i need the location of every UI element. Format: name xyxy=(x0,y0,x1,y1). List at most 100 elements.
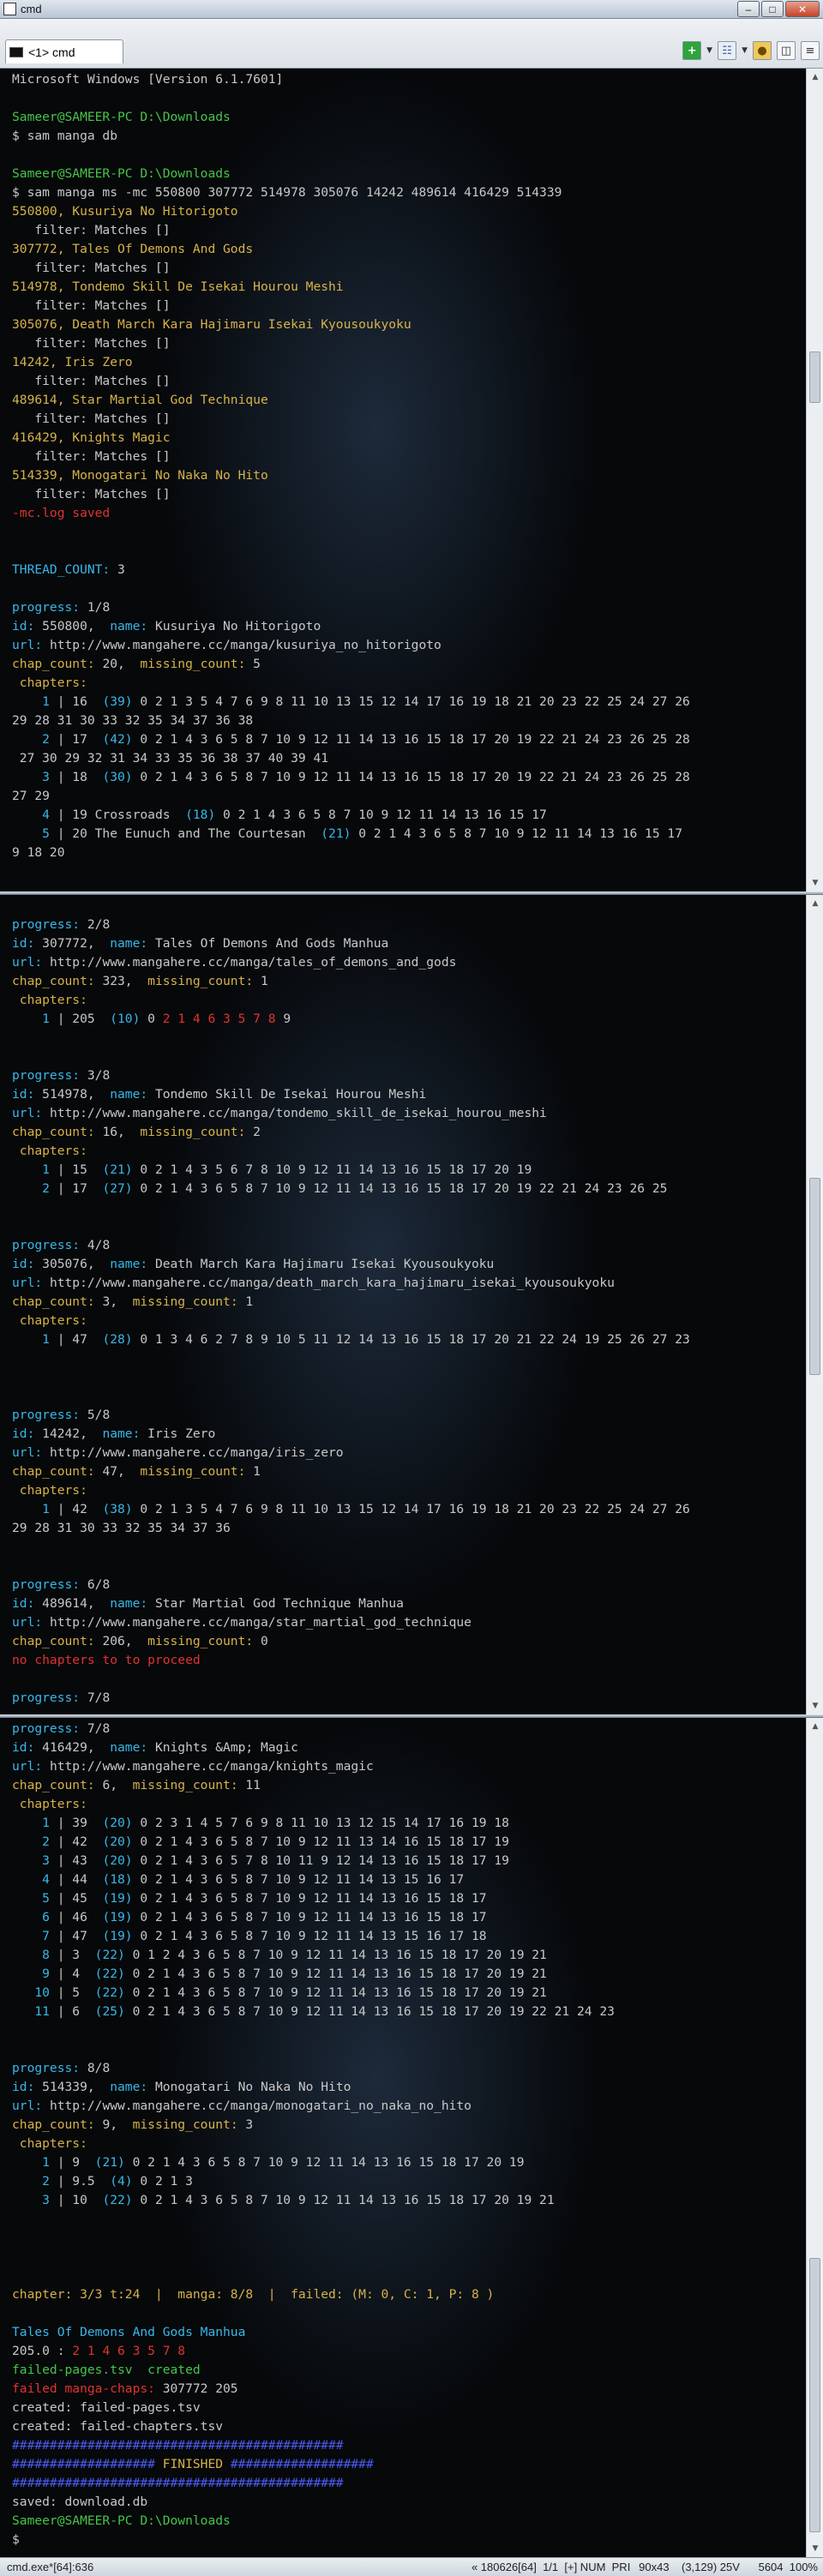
console-line: url: http://www.mangahere.cc/manga/monog… xyxy=(12,2097,806,2116)
console-text: | 43 xyxy=(57,1853,103,1868)
console-line: 1 | 16 (39) 0 2 1 3 5 4 7 6 9 8 11 10 13… xyxy=(12,693,806,712)
console-line: filter: Matches [] xyxy=(12,447,806,466)
console-text: 0 2 1 4 3 6 5 8 7 10 9 12 11 14 13 16 15… xyxy=(358,826,682,841)
new-console-button[interactable]: + xyxy=(682,41,702,60)
console-text: id: xyxy=(12,1426,43,1441)
grid-view-dropdown-icon[interactable]: ▼ xyxy=(742,46,748,55)
console-line: 1 | 9 (21) 0 2 1 4 3 6 5 8 7 10 9 12 11 … xyxy=(12,2153,806,2172)
console-line: chapters: xyxy=(12,1142,806,1161)
scroll-thumb[interactable] xyxy=(809,2258,820,2532)
console-text: 1 xyxy=(12,1502,57,1516)
console-text: 1 xyxy=(12,1162,57,1177)
console-text: | 19 Crossroads xyxy=(57,808,186,822)
console-text: filter: Matches [] xyxy=(12,487,171,501)
console-text: 5 xyxy=(253,657,261,671)
console-text: 0 2 1 4 3 6 5 8 7 10 9 12 11 14 13 16 15… xyxy=(132,2155,525,2170)
console-text: missing_count: xyxy=(140,657,254,671)
grid-view-button[interactable]: ☷ xyxy=(718,41,737,60)
scroll-down-icon[interactable]: ▼ xyxy=(807,1699,823,1713)
console-text: 9 xyxy=(283,1012,291,1026)
console-text: 0 2 1 4 3 6 5 8 7 10 9 12 11 14 13 16 15… xyxy=(140,732,690,747)
console-text: 3, xyxy=(102,1294,133,1309)
console-line: chap_count: 9, missing_count: 3 xyxy=(12,2116,806,2135)
close-button[interactable]: ✕ xyxy=(785,1,820,17)
console-text: chap_count: xyxy=(12,974,103,988)
scrollbar-pane-3[interactable]: ▲ ▼ xyxy=(806,1718,823,2557)
console-text: progress: xyxy=(12,1690,87,1705)
maximize-button[interactable]: □ xyxy=(761,1,784,17)
console-text: FINISHED xyxy=(162,2457,231,2471)
console-text: name: xyxy=(110,619,155,633)
console-pane-1[interactable]: Microsoft Windows [Version 6.1.7601] Same… xyxy=(0,69,806,892)
console-text: progress: xyxy=(12,1577,87,1592)
console-text: http://www.mangahere.cc/manga/monogatari… xyxy=(49,2099,472,2113)
scrollbar-pane-2[interactable]: ▲ ▼ xyxy=(806,895,823,1714)
console-text: 0 2 1 4 3 6 5 8 7 10 9 12 11 14 13 15 16… xyxy=(140,1872,465,1887)
console-text: 5 xyxy=(12,826,57,841)
console-line: progress: 8/8 xyxy=(12,2059,806,2078)
console-text: 27 30 29 32 31 34 33 35 36 38 37 40 39 4… xyxy=(12,751,329,766)
console-text: Tales Of Demons And Gods Manhua xyxy=(154,936,389,951)
scroll-up-icon[interactable]: ▲ xyxy=(807,1720,823,1733)
console-text: 305076, xyxy=(42,1257,111,1271)
console-text: 1 xyxy=(12,1816,57,1830)
console-text: url: xyxy=(12,1615,50,1630)
scroll-up-icon[interactable]: ▲ xyxy=(807,70,823,84)
scroll-thumb[interactable] xyxy=(809,351,820,403)
console-text: 514978, Tondemo Skill De Isekai Hourou M… xyxy=(12,279,344,294)
console-line: 2 | 17 (42) 0 2 1 4 3 6 5 8 7 10 9 12 11… xyxy=(12,730,806,749)
console-line: progress: 5/8 xyxy=(12,1406,806,1425)
console-text: chap_count: xyxy=(12,1634,103,1648)
console-text: (22) xyxy=(102,2193,141,2207)
console-text: (39) xyxy=(102,694,141,709)
console-line: chap_count: 323, missing_count: 1 xyxy=(12,972,806,991)
console-line: id: 514339, name: Monogatari No Naka No … xyxy=(12,2078,806,2097)
scroll-thumb[interactable] xyxy=(809,1178,820,1375)
minimize-button[interactable]: – xyxy=(737,1,760,17)
console-line: url: http://www.mangahere.cc/manga/death… xyxy=(12,1274,806,1293)
lock-icon[interactable]: ● xyxy=(753,41,772,60)
scroll-down-icon[interactable]: ▼ xyxy=(807,876,823,890)
console-text: id: xyxy=(12,1257,43,1271)
console-line: 514339, Monogatari No Naka No Hito xyxy=(12,466,806,485)
split-view-button[interactable]: ◫ xyxy=(777,41,796,60)
console-text: http://www.mangahere.cc/manga/tales_of_d… xyxy=(49,955,457,970)
console-line: saved: download.db xyxy=(12,2493,806,2512)
scroll-down-icon[interactable]: ▼ xyxy=(807,2542,823,2555)
console-text: 0 xyxy=(260,1634,268,1648)
tab-cmd[interactable]: <1> cmd xyxy=(5,39,123,63)
console-text: | 205 xyxy=(57,1012,111,1026)
console-text: 27 29 xyxy=(12,789,50,803)
console-text: 6, xyxy=(102,1778,133,1792)
console-line: $ sam manga ms -mc 550800 307772 514978 … xyxy=(12,183,806,202)
console-line: chapters: xyxy=(12,991,806,1010)
console-pane-3[interactable]: progress: 7/8 id: 416429, name: Knights &… xyxy=(0,1718,806,2557)
console-text: chap_count: xyxy=(12,1778,103,1792)
console-text: 11 xyxy=(245,1778,261,1792)
console-text: 7/8 xyxy=(87,1721,111,1736)
console-text: 1 xyxy=(12,2155,57,2170)
console-text: (19) xyxy=(102,1929,141,1943)
scrollbar-pane-1[interactable]: ▲ ▼ xyxy=(806,69,823,892)
console-text: 9, xyxy=(102,2117,133,2132)
menu-button[interactable]: ≡ xyxy=(801,41,820,60)
console-text: 11 xyxy=(12,2004,57,2019)
console-text: 2/8 xyxy=(87,917,111,932)
console-text: progress: xyxy=(12,1068,87,1083)
scroll-up-icon[interactable]: ▲ xyxy=(807,897,823,910)
console-pane-2[interactable]: progress: 2/8 id: 307772, name: Tales Of … xyxy=(0,895,806,1714)
console-text: (21) xyxy=(102,1162,141,1177)
console-text: 0 2 1 3 5 4 7 6 9 8 11 10 13 15 12 14 17… xyxy=(140,1502,690,1516)
console-line: id: 514978, name: Tondemo Skill De Iseka… xyxy=(12,1085,806,1104)
new-console-dropdown-icon[interactable]: ▼ xyxy=(706,46,712,55)
console-text: (27) xyxy=(102,1181,141,1196)
console-text: name: xyxy=(110,1740,155,1755)
console-line: filter: Matches [] xyxy=(12,334,806,353)
